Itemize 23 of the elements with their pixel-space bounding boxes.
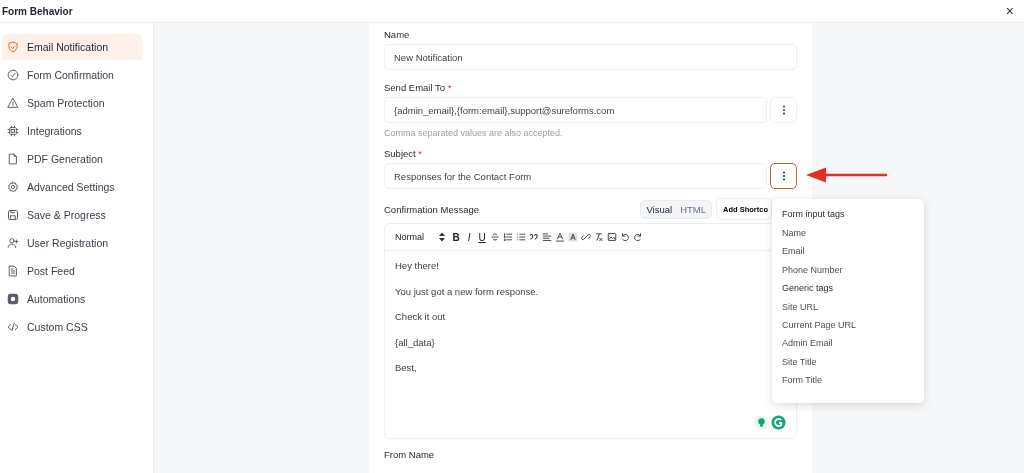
- menu-heading: Form input tags: [782, 209, 846, 219]
- sidebar-item-label: Email Notification: [27, 41, 109, 53]
- sidebar-item-label: Spam Protection: [27, 97, 105, 109]
- sidebar-item-label: User Registration: [27, 237, 109, 249]
- sidebar-item-label: PDF Generation: [27, 153, 103, 165]
- message-line: Check it out: [395, 311, 447, 322]
- sidebar-item-label: Advanced Settings: [27, 181, 115, 193]
- field-label: From Name: [384, 449, 436, 460]
- window-title: Form Behavior: [2, 5, 73, 17]
- sidebar-item-label: Save & Progress: [27, 209, 106, 221]
- sidebar-item-label: Automations: [27, 293, 86, 305]
- sidebar-item-label: Form Confirmation: [27, 69, 114, 81]
- required-mark: *: [447, 82, 452, 93]
- field-label: Send Email To *: [384, 82, 453, 93]
- field-label: Confirmation Message: [384, 203, 480, 215]
- message-line: Best,: [395, 362, 418, 373]
- hint-text: Comma separated values are also accepted.: [384, 128, 564, 138]
- sidebar-item-label: Integrations: [27, 125, 82, 137]
- sidebar-item-label: Custom CSS: [27, 321, 88, 333]
- sidebar-item-label: Post Feed: [27, 265, 75, 277]
- required-mark: *: [418, 148, 423, 159]
- field-label: Name: [384, 29, 411, 40]
- field-label: Subject *: [384, 148, 424, 159]
